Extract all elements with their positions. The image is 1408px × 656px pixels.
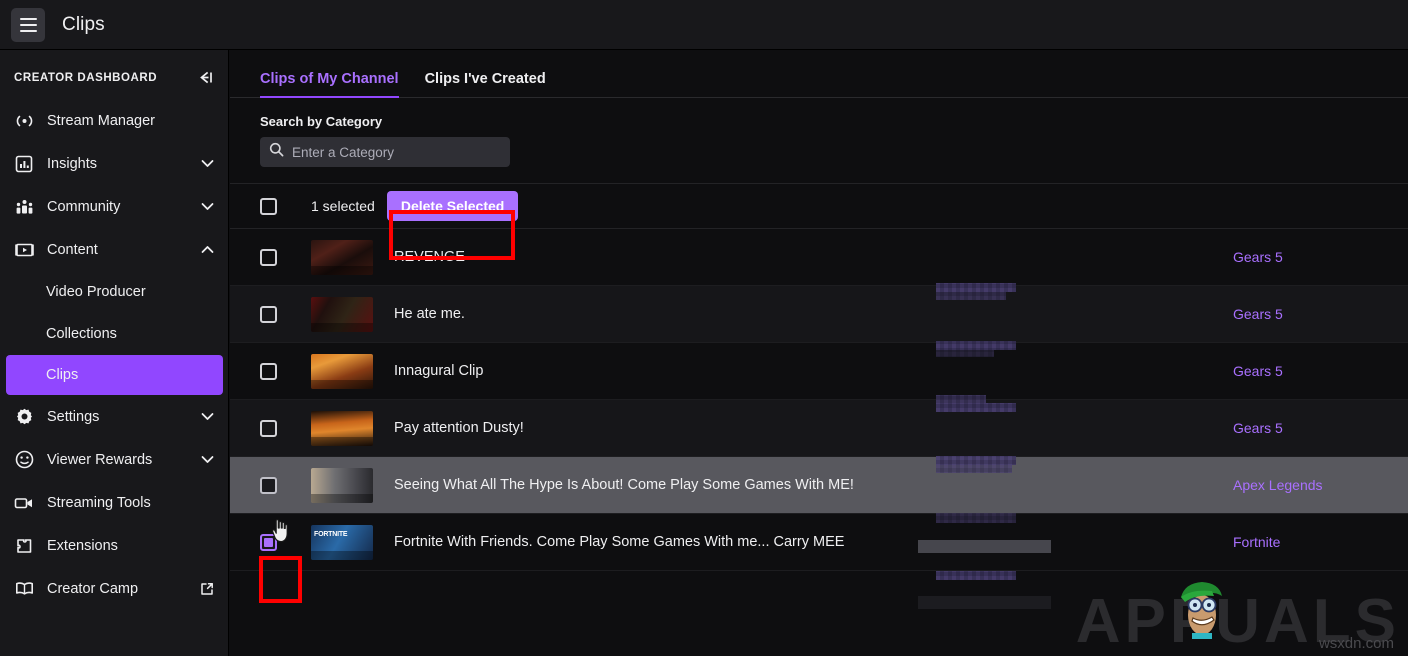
sidebar-item-label: Stream Manager (47, 113, 214, 129)
clip-thumbnail[interactable] (311, 411, 373, 446)
table-row[interactable]: Pay attention Dusty! Gears 5 (230, 400, 1408, 457)
sidebar-item-label: Viewer Rewards (47, 452, 200, 468)
chevron-down-icon[interactable] (200, 410, 214, 424)
people-icon (14, 197, 34, 217)
camera-icon (14, 493, 34, 513)
search-section: Search by Category (230, 98, 1408, 167)
clip-title[interactable]: Seeing What All The Hype Is About! Come … (394, 477, 854, 493)
sidebar-item-creator-camp[interactable]: Creator Camp (0, 567, 228, 610)
table-row[interactable]: Seeing What All The Hype Is About! Come … (230, 457, 1408, 514)
sidebar-item-label: Settings (47, 409, 200, 425)
blurred-metadata (1095, 303, 1173, 325)
blurred-metadata (1095, 531, 1173, 553)
top-bar: Clips (0, 0, 1408, 50)
page-title: Clips (62, 14, 105, 36)
sidebar-item-label: Streaming Tools (47, 495, 214, 511)
clip-game-link[interactable]: Gears 5 (1233, 249, 1408, 265)
clip-game-link[interactable]: Fortnite (1233, 534, 1408, 550)
clip-title[interactable]: Fortnite With Friends. Come Play Some Ga… (394, 534, 844, 550)
sidebar-item-settings[interactable]: Settings (0, 395, 228, 438)
sidebar-title: CREATOR DASHBOARD (14, 72, 157, 84)
sidebar-subitem-label: Video Producer (46, 284, 146, 300)
table-row[interactable]: Innagural Clip Gears 5 (230, 343, 1408, 400)
clip-title[interactable]: REVENGE (394, 249, 465, 265)
video-frame-icon (14, 240, 34, 260)
search-label: Search by Category (260, 114, 1378, 129)
tab-clips-ive-created[interactable]: Clips I've Created (425, 71, 546, 97)
sidebar-item-video-producer[interactable]: Video Producer (0, 271, 228, 313)
row-checkbox[interactable] (260, 306, 277, 323)
clip-thumbnail[interactable] (311, 354, 373, 389)
puzzle-icon (14, 536, 34, 556)
sidebar-item-label: Content (47, 242, 200, 258)
clip-game-link[interactable]: Gears 5 (1233, 363, 1408, 379)
clip-thumbnail[interactable] (311, 240, 373, 275)
book-icon (14, 579, 34, 599)
search-box[interactable] (260, 137, 510, 167)
chevron-up-icon[interactable] (200, 243, 214, 257)
delete-selected-wrap: Delete Selected (387, 191, 519, 221)
clip-thumbnail[interactable] (311, 525, 373, 560)
clips-dashboard-page: Clips CREATOR DASHBOARD Str (0, 0, 1408, 656)
sidebar-subitem-label: Clips (46, 367, 78, 383)
search-icon (269, 142, 284, 162)
sidebar-item-label: Extensions (47, 538, 214, 554)
hamburger-menu-icon[interactable] (11, 8, 45, 42)
selected-count-label: 1 selected (311, 198, 375, 214)
sidebar-item-community[interactable]: Community (0, 185, 228, 228)
clip-title[interactable]: He ate me. (394, 306, 465, 322)
row-checkbox[interactable] (260, 477, 277, 494)
sidebar-subitem-label: Collections (46, 326, 117, 342)
row-checkbox[interactable] (260, 534, 277, 551)
row-checkbox[interactable] (260, 249, 277, 266)
blurred-metadata (1095, 417, 1173, 439)
sidebar-item-content[interactable]: Content (0, 228, 228, 271)
select-all-checkbox[interactable] (260, 198, 277, 215)
gear-icon (14, 407, 34, 427)
delete-selected-button[interactable]: Delete Selected (387, 191, 519, 221)
clip-thumbnail[interactable] (311, 468, 373, 503)
smiley-icon (14, 450, 34, 470)
collapse-left-icon[interactable] (197, 70, 214, 85)
external-link-icon[interactable] (200, 582, 214, 596)
chart-icon (14, 154, 34, 174)
clip-game-link[interactable]: Gears 5 (1233, 420, 1408, 436)
clip-thumbnail[interactable] (311, 297, 373, 332)
row-checkbox[interactable] (260, 420, 277, 437)
sidebar-item-insights[interactable]: Insights (0, 142, 228, 185)
bulk-action-bar: 1 selected Delete Selected (230, 183, 1408, 229)
chevron-down-icon[interactable] (200, 157, 214, 171)
blurred-metadata (1095, 360, 1173, 382)
tab-bar: Clips of My Channel Clips I've Created (230, 50, 1408, 98)
chevron-down-icon[interactable] (200, 453, 214, 467)
blurred-metadata (1095, 246, 1173, 268)
main-content: Clips of My Channel Clips I've Created S… (230, 50, 1408, 656)
sidebar-item-label: Creator Camp (47, 581, 200, 597)
chevron-down-icon[interactable] (200, 200, 214, 214)
search-input[interactable] (292, 145, 501, 160)
table-row[interactable]: He ate me. Gears 5 (230, 286, 1408, 343)
sidebar-item-extensions[interactable]: Extensions (0, 524, 228, 567)
broadcast-icon (14, 111, 34, 131)
blurred-metadata (1095, 474, 1173, 496)
sidebar-item-streaming-tools[interactable]: Streaming Tools (0, 481, 228, 524)
sidebar-header: CREATOR DASHBOARD (0, 50, 228, 99)
clip-title[interactable]: Innagural Clip (394, 363, 483, 379)
sidebar-item-viewer-rewards[interactable]: Viewer Rewards (0, 438, 228, 481)
sidebar-item-collections[interactable]: Collections (0, 313, 228, 355)
sidebar-item-label: Insights (47, 156, 200, 172)
sidebar-item-label: Community (47, 199, 200, 215)
sidebar: CREATOR DASHBOARD Stream Manager (0, 50, 229, 656)
clips-list: REVENGE Gears 5 He ate me. Gears 5 Innag… (230, 229, 1408, 571)
clip-title[interactable]: Pay attention Dusty! (394, 420, 524, 436)
row-checkbox[interactable] (260, 363, 277, 380)
clip-game-link[interactable]: Gears 5 (1233, 306, 1408, 322)
clip-game-link[interactable]: Apex Legends (1233, 477, 1408, 493)
sidebar-item-clips[interactable]: Clips (6, 355, 223, 395)
table-row[interactable]: Fortnite With Friends. Come Play Some Ga… (230, 514, 1408, 571)
table-row[interactable]: REVENGE Gears 5 (230, 229, 1408, 286)
tab-clips-of-my-channel[interactable]: Clips of My Channel (260, 71, 399, 97)
sidebar-item-stream-manager[interactable]: Stream Manager (0, 99, 228, 142)
